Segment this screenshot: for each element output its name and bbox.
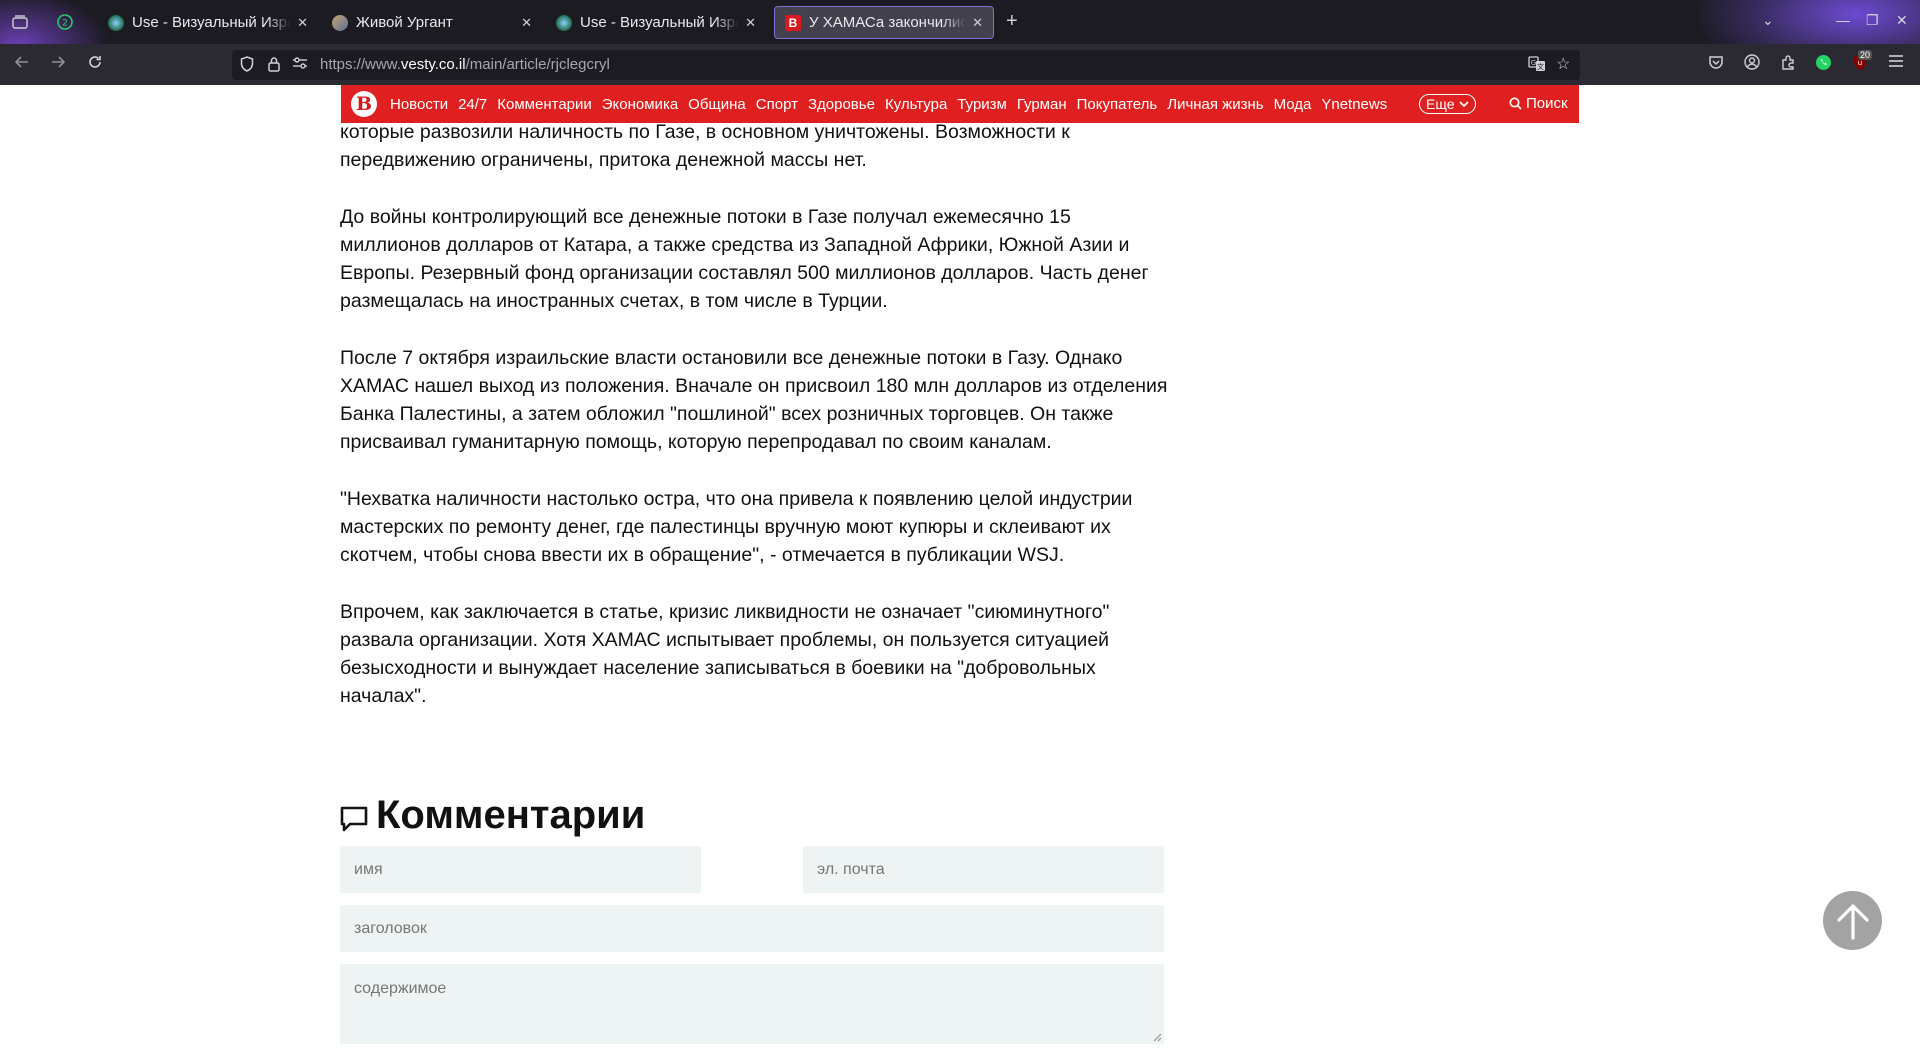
account-icon[interactable] (1744, 54, 1760, 75)
article-body: которые развозили наличность по Газе, в … (340, 118, 1170, 739)
nav-item-comments[interactable]: Комментарии (497, 96, 591, 113)
new-tab-button[interactable]: + (1006, 10, 1018, 33)
extension-badge: 20 (1858, 50, 1873, 60)
nav-item-personal-life[interactable]: Личная жизнь (1167, 96, 1263, 113)
extensions-icon[interactable] (1780, 54, 1796, 75)
vesty-logo[interactable]: B (351, 91, 377, 117)
nav-item-gourmet[interactable]: Гурман (1017, 96, 1067, 113)
globe-icon (556, 14, 572, 31)
list-all-tabs-icon[interactable]: ⌄ (1762, 12, 1774, 29)
restore-button[interactable]: ❐ (1866, 12, 1879, 29)
pinned-whatsapp-tab[interactable]: 2 (50, 8, 80, 36)
search-button[interactable]: Поиск (1509, 95, 1568, 112)
globe-icon (108, 14, 124, 31)
email-placeholder: эл. почта (817, 860, 885, 878)
nav-item-news[interactable]: Новости (390, 96, 448, 113)
back-button[interactable] (14, 54, 30, 75)
address-bar[interactable]: https://www.vesty.co.il/main/article/rjc… (232, 50, 1580, 80)
scroll-to-top-button[interactable] (1823, 891, 1882, 950)
email-field[interactable]: эл. почта (803, 846, 1164, 893)
chevron-down-icon (1458, 101, 1469, 108)
url-path: /main/article/rjclegcryl (465, 56, 610, 73)
content-field[interactable]: содержимое (340, 964, 1164, 1044)
forward-button[interactable] (50, 54, 66, 75)
arrow-up-icon (1836, 903, 1869, 940)
url-domain: vesty.co.il (400, 56, 466, 73)
article-paragraph: После 7 октября израильские власти остан… (340, 347, 1168, 453)
comments-section: Комментарии (340, 790, 1164, 840)
vesty-favicon-icon: B (785, 14, 801, 31)
minimize-button[interactable]: — (1836, 12, 1850, 28)
close-icon[interactable]: ✕ (972, 15, 983, 31)
resize-handle-icon[interactable] (1152, 1032, 1162, 1042)
menu-icon[interactable] (1888, 54, 1904, 73)
tracking-protection-icon[interactable] (240, 56, 254, 75)
url-prefix: https://www. (320, 56, 401, 73)
nav-item-community[interactable]: Община (688, 96, 746, 113)
article-paragraph: До войны контролирующий все денежные пот… (340, 206, 1149, 312)
comments-title: Комментарии (376, 792, 646, 837)
article-paragraph: Впрочем, как заключается в статье, кризи… (340, 601, 1110, 707)
tabbar-decoration (1700, 0, 1920, 44)
tab-3[interactable]: Use - Визуальный Израиль ✕ (546, 6, 766, 39)
nav-item-fashion[interactable]: Мода (1274, 96, 1312, 113)
tab-title: Живой Ургант (356, 14, 453, 31)
tab-2[interactable]: Живой Ургант ✕ (322, 6, 542, 39)
bookmark-star-icon[interactable]: ☆ (1556, 54, 1570, 74)
close-icon[interactable]: ✕ (297, 15, 308, 31)
pocket-icon[interactable] (1708, 54, 1724, 75)
url-text[interactable]: https://www.vesty.co.il/main/article/rjc… (320, 56, 610, 73)
content-placeholder: содержимое (354, 980, 447, 997)
name-placeholder: имя (354, 860, 383, 878)
whatsapp-icon[interactable] (1815, 54, 1832, 76)
tab-overview-icon[interactable] (5, 8, 35, 36)
name-field[interactable]: имя (340, 846, 701, 893)
tab-title: Use - Визуальный Израиль (132, 14, 291, 31)
search-label: Поиск (1526, 95, 1568, 112)
search-icon (1509, 97, 1522, 110)
site-navigation: B Новости 24/7 Комментарии Экономика Общ… (341, 85, 1579, 123)
article-paragraph: которые развозили наличность по Газе, в … (340, 121, 1070, 171)
translate-icon[interactable]: G文 (1528, 56, 1546, 75)
tab-active[interactable]: B У ХАМАСа закончились деньги ✕ (774, 6, 994, 39)
svg-text:u: u (1858, 59, 1862, 67)
subject-placeholder: заголовок (354, 919, 427, 937)
nav-item-tourism[interactable]: Туризм (957, 96, 1007, 113)
nav-item-culture[interactable]: Культура (885, 96, 947, 113)
more-button[interactable]: Еще (1419, 94, 1476, 114)
close-window-button[interactable]: ✕ (1896, 12, 1908, 29)
site-favicon-icon (332, 14, 348, 31)
tab-1[interactable]: Use - Визуальный Израиль ✕ (98, 6, 318, 39)
nav-item-24-7[interactable]: 24/7 (458, 96, 487, 113)
nav-item-shopper[interactable]: Покупатель (1077, 96, 1158, 113)
permissions-icon[interactable] (292, 56, 308, 73)
tab-title: Use - Визуальный Израиль (580, 14, 739, 31)
nav-item-health[interactable]: Здоровье (808, 96, 875, 113)
close-icon[interactable]: ✕ (745, 15, 756, 31)
close-icon[interactable]: ✕ (521, 15, 532, 31)
more-label: Еще (1426, 96, 1455, 112)
lock-icon[interactable] (268, 56, 280, 75)
nav-item-economy[interactable]: Экономика (602, 96, 678, 113)
svg-text:2: 2 (62, 19, 68, 29)
article-paragraph: "Нехватка наличности настолько остра, чт… (340, 488, 1133, 566)
svg-text:G: G (1531, 59, 1536, 67)
reload-button[interactable] (87, 54, 103, 75)
browser-tab-bar: 2 Use - Визуальный Израиль ✕ Живой Урган… (0, 0, 1920, 44)
svg-text:文: 文 (1537, 62, 1544, 71)
browser-nav-bar: https://www.vesty.co.il/main/article/rjc… (0, 44, 1920, 85)
nav-item-sport[interactable]: Спорт (756, 96, 798, 113)
tab-title: У ХАМАСа закончились деньги (809, 14, 966, 31)
nav-item-ynetnews[interactable]: Ynetnews (1321, 96, 1387, 113)
comments-heading: Комментарии (340, 790, 1164, 840)
comment-icon (340, 806, 368, 832)
subject-field[interactable]: заголовок (340, 905, 1164, 952)
